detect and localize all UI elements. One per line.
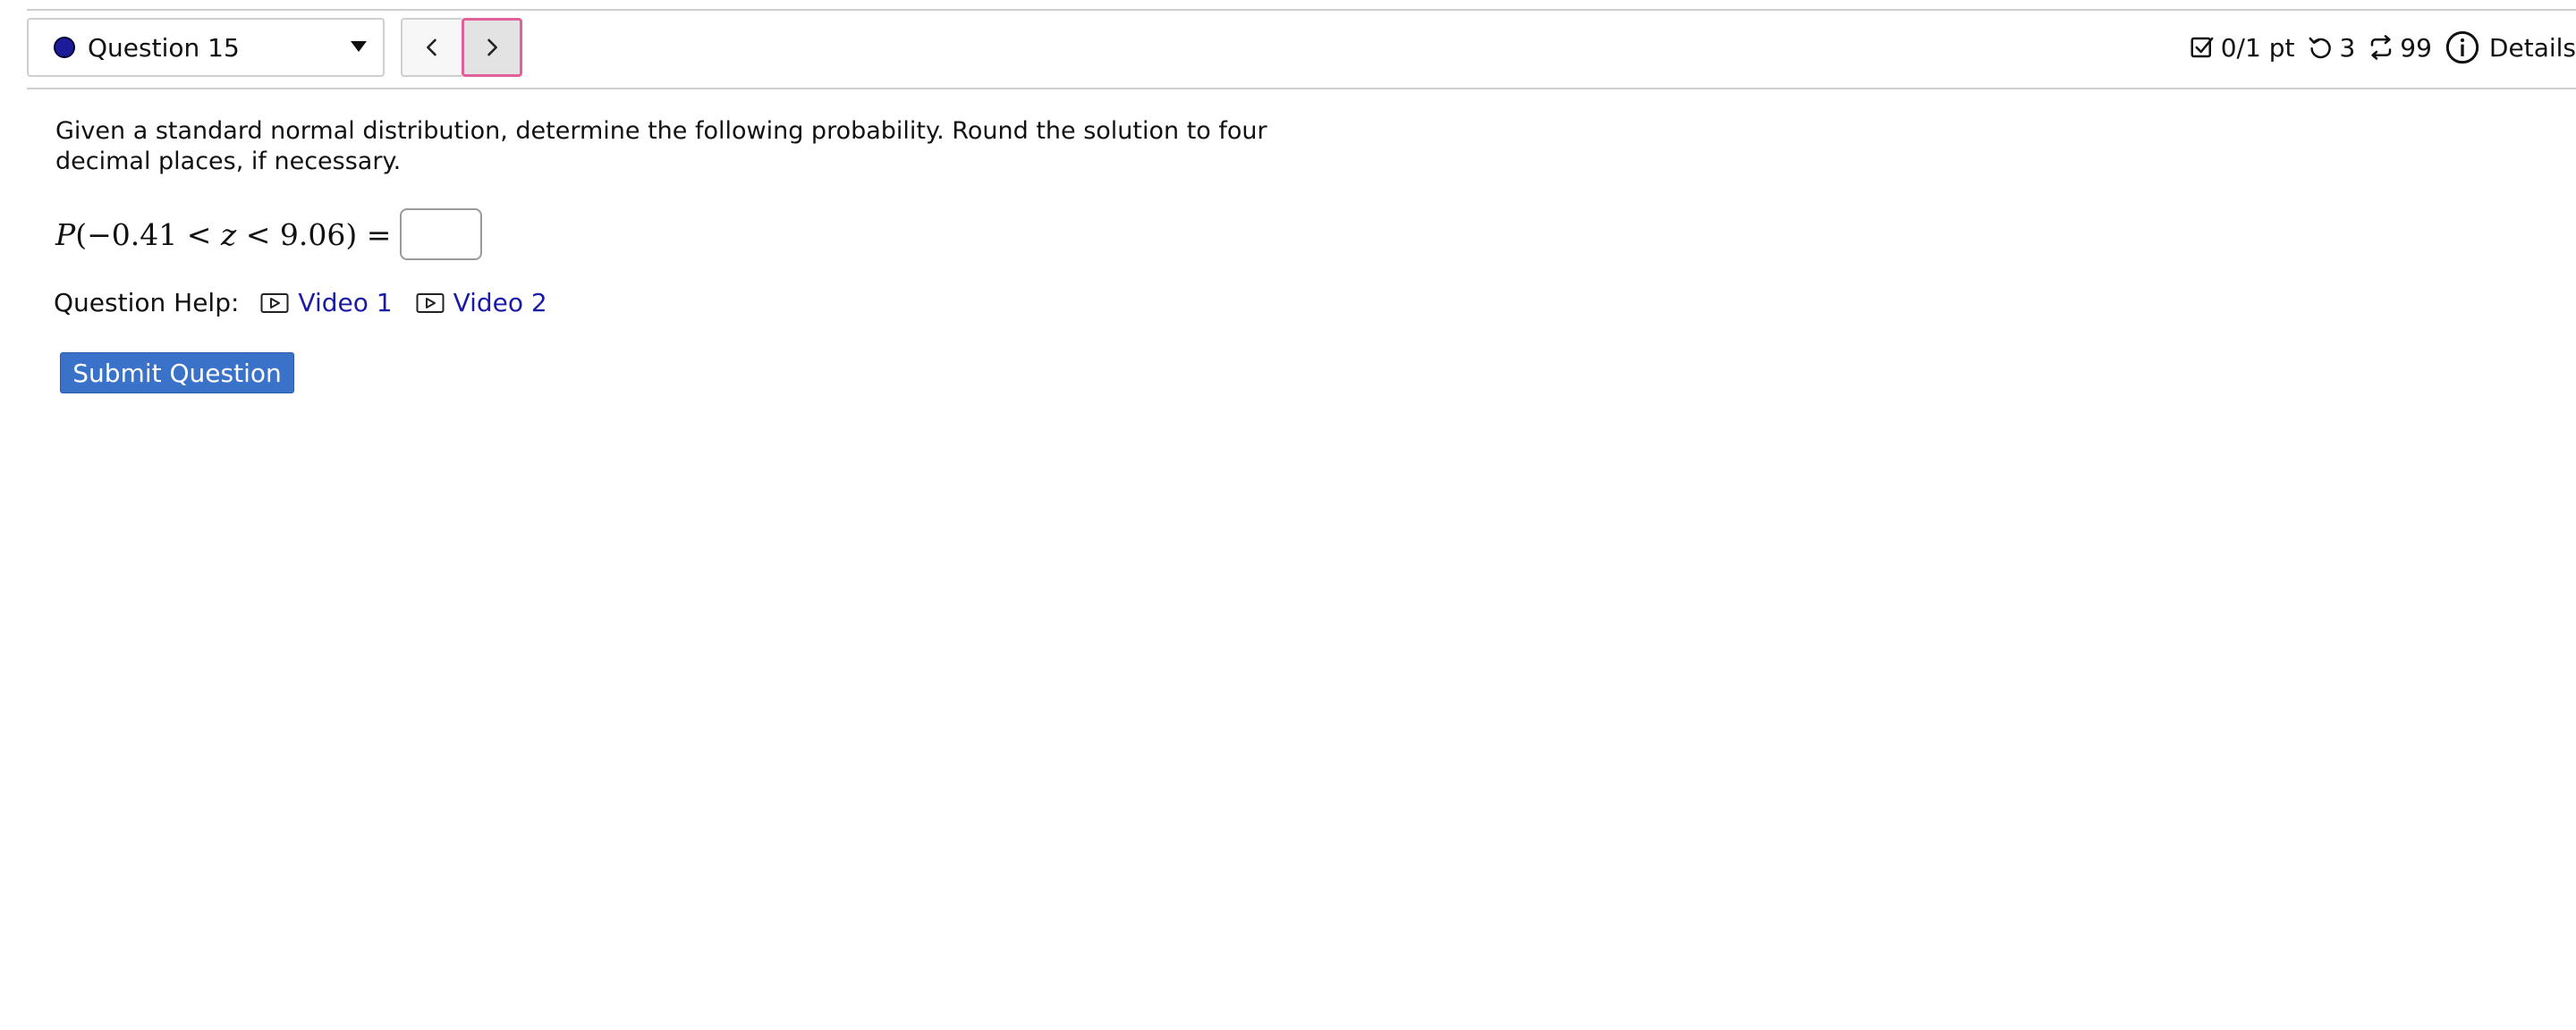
- answer-input[interactable]: [400, 208, 483, 260]
- math-less-than: <: [177, 216, 221, 252]
- question-selector[interactable]: Question 15: [27, 18, 385, 77]
- math-variable: z: [220, 216, 237, 252]
- math-open-paren: (: [75, 216, 88, 252]
- video-2-label: Video 2: [453, 288, 547, 317]
- question-status: 0/1 pt 3 99 Details: [2176, 18, 2576, 77]
- chevron-right-icon: [487, 38, 497, 56]
- math-close-paren: ): [345, 216, 358, 252]
- details-label: Details: [2488, 32, 2576, 63]
- checkbox-icon: [2190, 37, 2214, 58]
- question-prompt: Given a standard normal distribution, de…: [55, 117, 1267, 175]
- details-button[interactable]: Details: [2445, 30, 2576, 65]
- probability-expression: P(−0.41 < z < 9.06) =: [55, 217, 391, 252]
- math-less-than: <: [236, 216, 280, 252]
- score-text: 0/1 pt: [2220, 32, 2295, 63]
- question-help: Question Help: Video 1 Video 2: [54, 288, 1326, 317]
- attempts-count: 99: [2400, 32, 2432, 63]
- question-header: Question 15 0/1 pt 3 99 Details: [27, 11, 2576, 89]
- math-upper-bound: 9.06: [279, 216, 346, 252]
- math-function: P: [55, 216, 76, 252]
- question-nav: [401, 18, 522, 77]
- video-2-link[interactable]: Video 2: [416, 288, 547, 317]
- math-equals: =: [357, 216, 392, 252]
- question-help-label: Question Help:: [54, 288, 240, 317]
- video-1-label: Video 1: [298, 288, 393, 317]
- score-indicator: 0/1 pt: [2189, 32, 2295, 63]
- answer-row: P(−0.41 < z < 9.06) =: [55, 207, 1326, 261]
- chevron-left-icon: [427, 38, 436, 56]
- video-icon: [416, 292, 445, 313]
- question-body: Given a standard normal distribution, de…: [54, 116, 1326, 317]
- retry-icon: [2309, 37, 2332, 59]
- video-icon: [260, 292, 289, 313]
- next-question-button[interactable]: [462, 18, 522, 77]
- question-status-dot: [54, 37, 75, 58]
- attempts-indicator: 99: [2368, 33, 2432, 63]
- video-1-link[interactable]: Video 1: [260, 288, 393, 317]
- math-lower-bound: −0.41: [87, 216, 178, 252]
- repeat-icon: [2371, 35, 2392, 60]
- info-icon: [2445, 30, 2479, 64]
- retries-count: 3: [2339, 32, 2356, 63]
- question-selector-label: Question 15: [88, 32, 240, 63]
- retries-indicator: 3: [2307, 33, 2355, 63]
- submit-question-button[interactable]: Submit Question: [60, 352, 294, 393]
- previous-question-button[interactable]: [401, 18, 462, 77]
- caret-down-icon: [351, 41, 367, 52]
